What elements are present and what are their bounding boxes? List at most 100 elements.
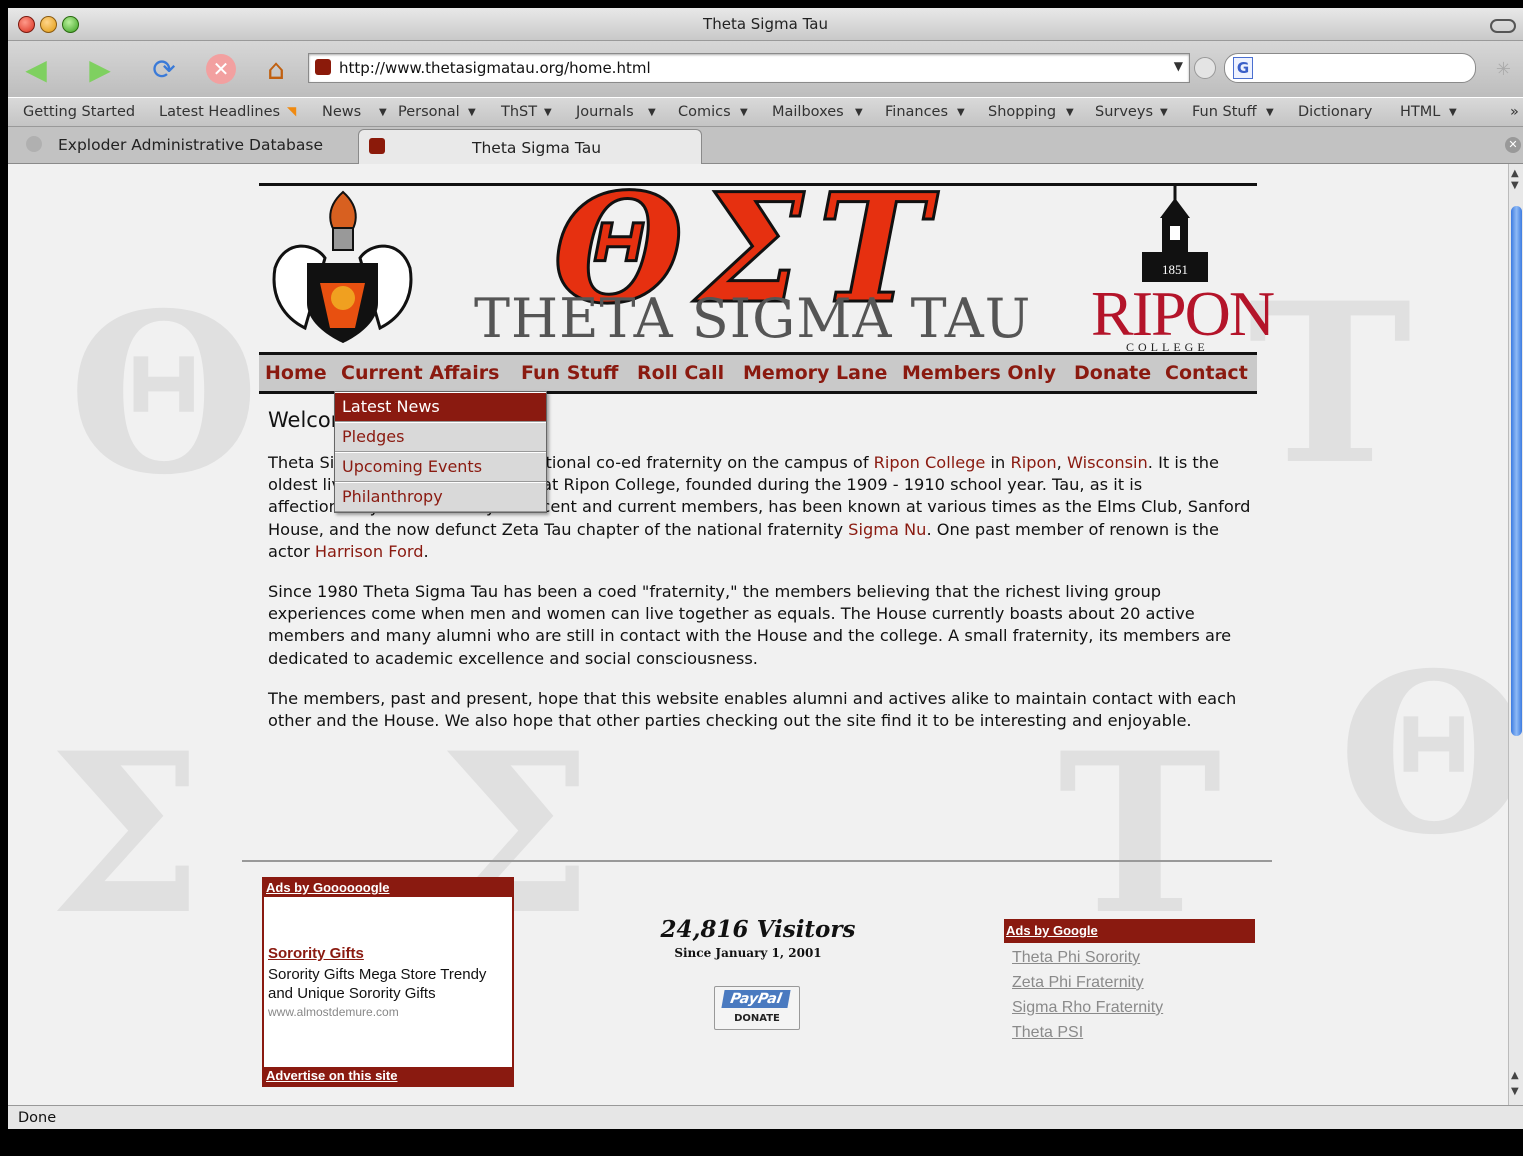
ad-box-left: Ads by Goooooogle Sorority Gifts Sororit…: [262, 877, 514, 1087]
scroll-up-icon[interactable]: ▲: [1511, 168, 1519, 179]
forward-button[interactable]: ▶: [82, 51, 118, 87]
menu-donate[interactable]: Donate: [1074, 362, 1151, 384]
watermark-tau: Τ: [1058, 704, 1222, 963]
folder-chevron-down-icon: ▼: [468, 107, 476, 118]
url-dropdown-icon[interactable]: ▼: [1174, 59, 1183, 73]
vertical-scrollbar[interactable]: ▲ ▼ ▲ ▼: [1508, 164, 1523, 1105]
link-wisconsin[interactable]: Wisconsin: [1067, 453, 1148, 472]
go-button[interactable]: [1194, 57, 1216, 79]
scroll-up-icon[interactable]: ▲: [1511, 1070, 1519, 1081]
main-menu: Home Current Affairs Fun Stuff Roll Call…: [259, 352, 1257, 394]
activity-throbber-icon: ✳: [1495, 59, 1511, 80]
browser-window: Theta Sigma Tau ◀ ▶ ⟳ ✕ ⌂ http://www.the…: [8, 8, 1523, 1129]
ad-title-link[interactable]: Sorority Gifts: [268, 945, 364, 962]
folder-chevron-down-icon: ▼: [1160, 107, 1168, 118]
ad-link-theta-phi[interactable]: Theta Phi Sorority: [1012, 949, 1140, 967]
bookmark-personal[interactable]: Personal: [398, 104, 460, 120]
text: .: [423, 541, 429, 561]
tab-label: Theta Sigma Tau: [472, 139, 602, 157]
link-sigma-nu[interactable]: Sigma Nu: [848, 520, 926, 539]
stop-icon: ✕: [206, 54, 236, 84]
menu-contact[interactable]: Contact: [1165, 362, 1248, 384]
tab-label: Exploder Administrative Database: [58, 136, 323, 154]
toolbar-toggle-button[interactable]: [1490, 19, 1516, 33]
ad-description: Sorority Gifts Mega Store Trendy and Uni…: [268, 966, 487, 1002]
watermark-theta: Θ: [68, 264, 260, 523]
menu-roll-call[interactable]: Roll Call: [637, 362, 724, 384]
ad-header-link[interactable]: Ads by Goooooogle: [264, 879, 514, 897]
bookmark-finances[interactable]: Finances: [885, 104, 948, 120]
menu-fun-stuff[interactable]: Fun Stuff: [521, 362, 618, 384]
dropdown-philanthropy[interactable]: Philanthropy: [335, 482, 546, 512]
dropdown-upcoming-events[interactable]: Upcoming Events: [335, 452, 546, 482]
ad-link-zeta-phi[interactable]: Zeta Phi Fraternity: [1012, 974, 1144, 992]
content-divider: [242, 860, 1272, 862]
bookmark-journals[interactable]: Journals: [576, 104, 634, 120]
stop-button[interactable]: ✕: [203, 51, 239, 87]
crest-logo: [272, 190, 413, 343]
bookmark-shopping[interactable]: Shopping: [988, 104, 1056, 120]
folder-chevron-down-icon: ▼: [1449, 107, 1457, 118]
search-box[interactable]: G: [1224, 53, 1476, 83]
tab-exploder-administrative-database[interactable]: Exploder Administrative Database: [8, 127, 358, 163]
text: ,: [1056, 453, 1067, 472]
page-content: Θ Σ Τ Θ Σ Τ ΘΣΤ THETA SIGMA TAU 1851 RIP…: [8, 164, 1508, 1105]
folder-chevron-down-icon: ▼: [379, 107, 387, 118]
reload-button[interactable]: ⟳: [146, 51, 182, 87]
folder-chevron-down-icon: ▼: [648, 107, 656, 118]
home-button[interactable]: ⌂: [258, 51, 294, 87]
close-tab-icon[interactable]: ✕: [1505, 137, 1521, 153]
bookmark-dictionary[interactable]: Dictionary: [1298, 104, 1372, 120]
tab-theta-sigma-tau[interactable]: Theta Sigma Tau: [358, 129, 702, 164]
ad-right-header-link[interactable]: Ads by Google: [1004, 919, 1255, 943]
folder-chevron-down-icon: ▼: [957, 107, 965, 118]
bookmark-html[interactable]: HTML: [1400, 104, 1440, 120]
scroll-thumb[interactable]: [1511, 206, 1522, 736]
menu-current-affairs[interactable]: Current Affairs: [341, 362, 499, 384]
bookmark-fun-stuff[interactable]: Fun Stuff: [1192, 104, 1257, 120]
bookmark-news[interactable]: News: [322, 104, 361, 120]
scroll-down-icon[interactable]: ▼: [1511, 1086, 1519, 1097]
google-search-icon[interactable]: G: [1233, 57, 1253, 79]
dropdown-pledges[interactable]: Pledges: [335, 422, 546, 452]
bookmark-latest-headlines[interactable]: Latest Headlines: [159, 104, 280, 120]
watermark-sigma: Σ: [48, 704, 204, 963]
folder-chevron-down-icon: ▼: [855, 107, 863, 118]
folder-chevron-down-icon: ▼: [544, 107, 552, 118]
menu-members-only[interactable]: Members Only: [902, 362, 1056, 384]
rss-icon: ◥: [287, 104, 297, 118]
link-ripon-college[interactable]: Ripon College: [874, 453, 986, 472]
advertise-link[interactable]: Advertise on this site: [264, 1067, 514, 1085]
menu-home[interactable]: Home: [265, 362, 327, 384]
ad-link-sigma-rho[interactable]: Sigma Rho Fraternity: [1012, 999, 1163, 1017]
scroll-down-icon[interactable]: ▼: [1511, 180, 1519, 191]
link-harrison-ford[interactable]: Harrison Ford: [315, 542, 424, 561]
url-bar[interactable]: http://www.thetasigmatau.org/home.html ▼: [308, 53, 1190, 83]
ad-url: www.almostdemure.com: [268, 1005, 399, 1019]
watermark-theta: Θ: [1338, 624, 1508, 883]
bookmark-getting-started[interactable]: Getting Started: [23, 104, 135, 120]
folder-chevron-down-icon: ▼: [1266, 107, 1274, 118]
bookmark-surveys[interactable]: Surveys: [1095, 104, 1153, 120]
site-brand-name: THETA SIGMA TAU: [474, 287, 1032, 350]
current-affairs-dropdown: Latest News Pledges Upcoming Events Phil…: [334, 391, 547, 513]
paypal-label: DONATE: [734, 1013, 780, 1024]
link-ripon[interactable]: Ripon: [1010, 453, 1056, 472]
navigation-toolbar: ◀ ▶ ⟳ ✕ ⌂ http://www.thetasigmatau.org/h…: [8, 41, 1523, 97]
ripon-college-logo[interactable]: RIPON: [1091, 282, 1275, 346]
window-title: Theta Sigma Tau: [703, 15, 828, 33]
paypal-donate-button[interactable]: PayPal DONATE: [714, 986, 800, 1030]
bookmark-mailboxes[interactable]: Mailboxes: [772, 104, 844, 120]
back-button[interactable]: ◀: [18, 51, 54, 87]
folder-chevron-down-icon: ▼: [740, 107, 748, 118]
bookmark-comics[interactable]: Comics: [678, 104, 731, 120]
dropdown-latest-news[interactable]: Latest News: [335, 392, 546, 422]
globe-icon: [26, 136, 42, 152]
bell-tower-logo: 1851: [1142, 186, 1208, 282]
mission-paragraph: The members, past and present, hope that…: [268, 688, 1237, 731]
ad-link-theta-psi[interactable]: Theta PSI: [1012, 1024, 1083, 1042]
bookmark-thst[interactable]: ThST: [501, 104, 537, 120]
bookmarks-overflow-icon[interactable]: »: [1510, 104, 1519, 120]
status-bar: Done: [8, 1105, 1523, 1129]
menu-memory-lane[interactable]: Memory Lane: [743, 362, 887, 384]
